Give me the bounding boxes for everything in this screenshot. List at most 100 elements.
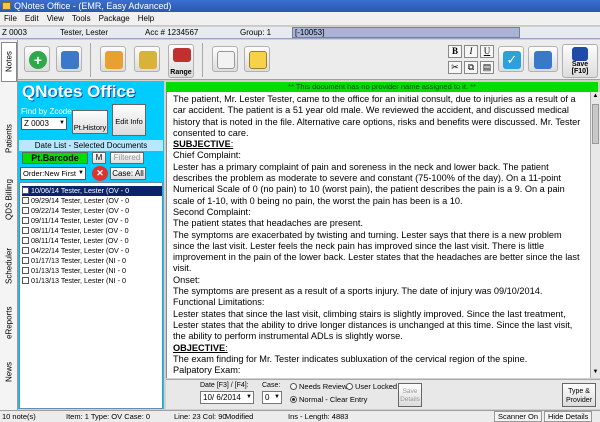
menu-package[interactable]: Package — [95, 12, 134, 25]
scanner-on-button[interactable]: Scanner On — [494, 411, 543, 422]
user-locked-radio[interactable]: User Locked — [346, 382, 397, 391]
menu-file[interactable]: File — [0, 12, 21, 25]
underline-button[interactable]: U — [480, 45, 494, 58]
save-details-button[interactable]: Save Details — [398, 383, 422, 407]
italic-button[interactable]: I — [464, 45, 478, 58]
tab-patients[interactable]: Patients — [1, 114, 17, 164]
hide-details-button[interactable]: Hide Details — [544, 411, 593, 422]
menu-tools[interactable]: Tools — [68, 12, 95, 25]
calendar-icon — [173, 48, 191, 62]
sign-note-button[interactable] — [244, 46, 270, 72]
date-input[interactable]: 10/ 6/2014 ▼ — [200, 391, 254, 404]
pt-history-button[interactable]: Pt.History — [72, 110, 108, 134]
checkbox[interactable] — [22, 277, 29, 284]
check-icon: ✓ — [503, 51, 521, 69]
note-paragraph: Lester states that since the last visit,… — [173, 308, 573, 342]
date-value: 10/ 6/2014 — [203, 393, 241, 402]
cut-icon[interactable]: ✂ — [448, 61, 462, 74]
tab-qds-billing[interactable]: QDS Billing — [1, 170, 17, 230]
order-select[interactable]: Order:New First ▼ — [20, 167, 86, 180]
zcode-select[interactable]: Z 0003 ▼ — [21, 117, 67, 130]
checkbox[interactable] — [22, 267, 29, 274]
bold-button[interactable]: B — [448, 45, 462, 58]
menu-help[interactable]: Help — [134, 12, 158, 25]
side-tabs: Notes Patients QDS Billing Scheduler eRe… — [0, 40, 18, 410]
checkbox[interactable] — [22, 187, 29, 194]
copy-note-button[interactable] — [100, 46, 126, 72]
toolbar-separator — [90, 43, 91, 77]
title-bar: QNotes Office - (EMR, Easy Advanced) — [0, 0, 600, 12]
case-all-button[interactable]: Case: All — [110, 167, 146, 180]
scroll-thumb[interactable] — [592, 104, 599, 144]
note-editor[interactable]: The patient, Mr. Lester Tester, came to … — [166, 92, 590, 378]
section-heading: SUBJECTIVE: — [173, 139, 234, 150]
type-provider-button[interactable]: Type & Provider — [562, 383, 596, 407]
edit-note-button[interactable] — [212, 46, 238, 72]
list-item[interactable]: 01/17/13 Tester, Lester (NI - 0 — [22, 256, 162, 266]
tab-ereports[interactable]: eReports — [1, 298, 17, 348]
cursor-position: Line: 23 Col: 90 — [174, 412, 227, 421]
tab-scheduler[interactable]: Scheduler — [1, 240, 17, 292]
checkbox[interactable] — [22, 227, 29, 234]
checkbox[interactable] — [22, 247, 29, 254]
checkbox[interactable] — [22, 197, 29, 204]
note-paragraph: Palpatory Exam: — [173, 365, 241, 376]
spellcheck-button[interactable]: ✓ — [498, 46, 524, 72]
checkbox[interactable] — [22, 217, 29, 224]
list-item[interactable]: 09/22/14 Tester, Lester (OV - 0 — [22, 206, 162, 216]
menu-edit[interactable]: Edit — [21, 12, 43, 25]
checkbox[interactable] — [22, 257, 29, 264]
pt-barcode-button[interactable]: Pt.Barcode — [22, 152, 88, 164]
radio[interactable] — [290, 383, 297, 390]
normal-clear-radio[interactable]: Normal - Clear Entry — [290, 395, 367, 404]
save-button[interactable]: Save [F10] — [562, 44, 598, 78]
tab-news[interactable]: News — [1, 352, 17, 392]
clear-filter-icon[interactable]: ✕ — [92, 166, 108, 181]
chevron-down-icon: ▼ — [274, 394, 280, 400]
checkbox[interactable] — [22, 207, 29, 214]
list-item[interactable]: 01/13/13 Tester, Lester (NI - 0 — [22, 276, 162, 286]
paste-icon[interactable]: ▤ — [480, 61, 494, 74]
chevron-down-icon: ▼ — [59, 120, 65, 126]
date-list-title: Date List - Selected Documents — [19, 140, 163, 151]
date-list: 10/06/14 Tester, Lester (OV - 0 09/29/14… — [19, 182, 163, 409]
tab-notes[interactable]: Notes — [1, 42, 17, 82]
menu-view[interactable]: View — [43, 12, 68, 25]
checkbox[interactable] — [22, 237, 29, 244]
notes-count: 10 note(s) — [2, 412, 36, 421]
list-item[interactable]: 08/11/14 Tester, Lester (OV - 0 — [22, 226, 162, 236]
needs-review-radio[interactable]: Needs Review — [290, 382, 347, 391]
print-button[interactable] — [528, 46, 558, 72]
item-info: Item: 1 Type: OV Case: 0 — [66, 412, 151, 421]
list-item[interactable]: 08/11/14 Tester, Lester (OV - 0 — [22, 236, 162, 246]
list-item[interactable]: 09/29/14 Tester, Lester (OV - 0 — [22, 196, 162, 206]
scroll-up-icon[interactable]: ▲ — [592, 93, 599, 101]
note-paragraph: The exam finding for Mr. Tester indicate… — [173, 353, 528, 364]
note-paragraph: The patient states that headaches are pr… — [173, 218, 363, 229]
note-paragraph: Onset: — [173, 274, 201, 285]
list-item[interactable]: 04/22/14 Tester, Lester (OV - 0 — [22, 246, 162, 256]
m-button[interactable]: M — [92, 152, 106, 164]
toolbar-separator — [202, 43, 203, 77]
filtered-button[interactable]: Filtered — [110, 152, 144, 164]
list-item[interactable]: 10/06/14 Tester, Lester (OV - 0 — [22, 186, 162, 196]
radio[interactable] — [290, 396, 297, 403]
note-paragraph: The symptoms are present as a result of … — [173, 286, 543, 297]
list-item[interactable]: 09/11/14 Tester, Lester (OV - 0 — [22, 216, 162, 226]
magnifier-icon — [61, 51, 79, 69]
edit-info-button[interactable]: Edit Info — [112, 104, 146, 136]
new-note-button[interactable]: + — [24, 46, 50, 72]
editor-scrollbar[interactable]: ▲ ▼ — [590, 92, 600, 378]
scroll-down-icon[interactable]: ▼ — [592, 369, 599, 377]
case-label: Case: — [262, 382, 281, 389]
template-button[interactable] — [134, 46, 160, 72]
radio[interactable] — [346, 383, 353, 390]
copy-text-icon[interactable]: ⧉ — [464, 61, 478, 74]
case-select[interactable]: 0 ▼ — [262, 391, 282, 404]
note-paragraph: The patient, Mr. Lester Tester, came to … — [173, 94, 581, 138]
list-item[interactable]: 01/13/13 Tester, Lester (NI - 0 — [22, 266, 162, 276]
range-button[interactable]: Range — [168, 44, 194, 78]
modified-status: Modified — [225, 412, 254, 421]
search-note-button[interactable] — [56, 46, 82, 72]
patient-info-bar: Z 0003 Tester, Lester Acc # 1234567 Grou… — [0, 27, 600, 39]
